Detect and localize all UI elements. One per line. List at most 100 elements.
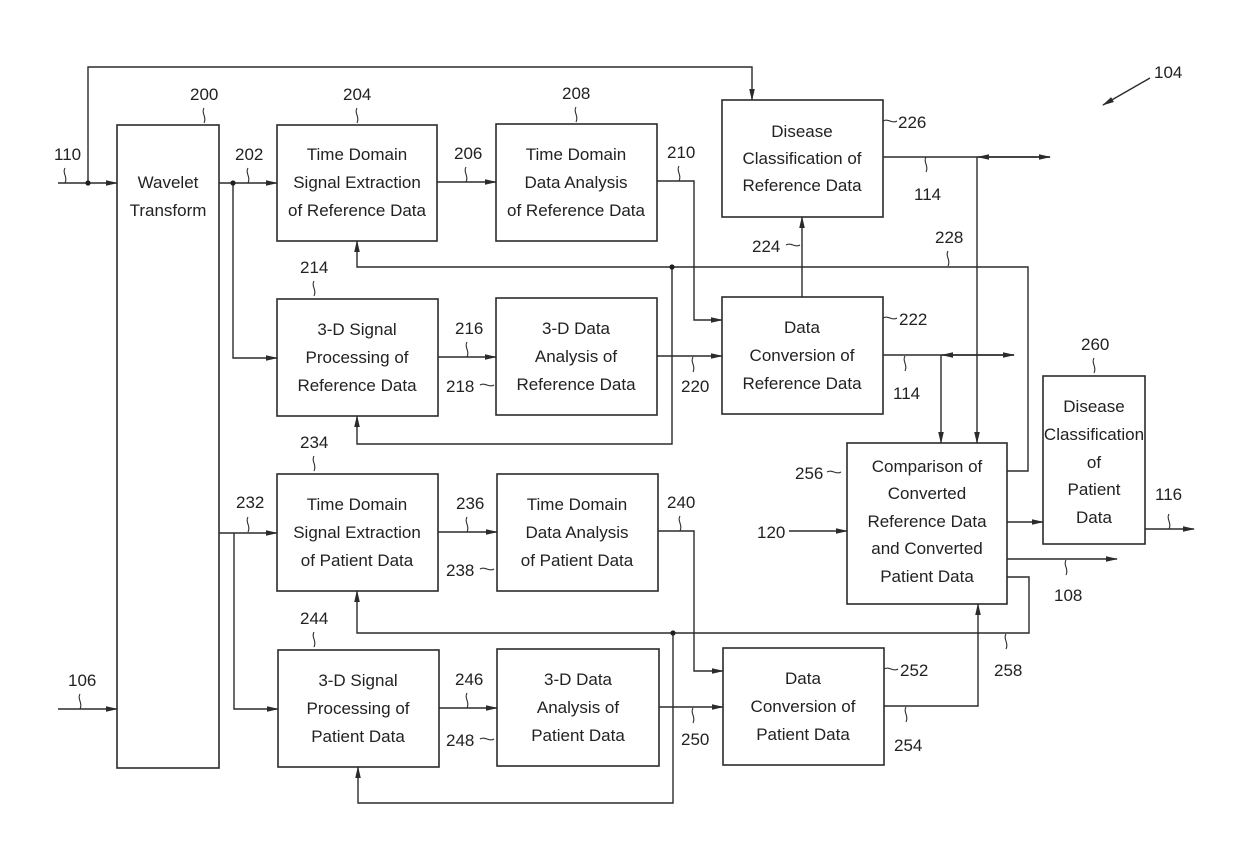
ref-214: 214 [300, 258, 328, 277]
leader [1064, 559, 1068, 576]
block-comparison[interactable]: Comparison of Converted Reference Data a… [846, 442, 1008, 605]
block-line: Time Domain [307, 145, 407, 164]
block-line: 3-D Data [544, 670, 613, 689]
block-frame [116, 124, 220, 769]
block-line: Disease [771, 122, 832, 141]
block-line: 3-D Signal [317, 320, 396, 339]
leader [355, 107, 359, 124]
block-td-data-analysis-reference[interactable]: Time Domain Data Analysis of Reference D… [495, 123, 658, 242]
ref-224: 224 [752, 237, 780, 256]
junction-dot [230, 180, 236, 186]
block-line: Data [784, 318, 820, 337]
ref-216: 216 [455, 319, 483, 338]
block-line: of Patient Data [521, 551, 634, 570]
block-line: and Converted [871, 539, 983, 558]
block-line: Time Domain [307, 495, 407, 514]
figure-ref: 104 [1102, 63, 1182, 106]
leader [465, 516, 469, 533]
block-3d-signal-processing-reference[interactable]: 3-D Signal Processing of Reference Data [276, 298, 439, 417]
leader [904, 706, 908, 723]
ref-260: 260 [1081, 335, 1109, 354]
ref-228: 228 [935, 228, 963, 247]
leader [464, 166, 468, 183]
leader [312, 280, 316, 297]
ref-244: 244 [300, 609, 328, 628]
leader [1167, 513, 1171, 530]
block-3d-data-analysis-reference[interactable]: 3-D Data Analysis of Reference Data [495, 297, 658, 416]
ref-258: 258 [994, 661, 1022, 680]
block-line: of Reference Data [288, 201, 427, 220]
leader [785, 243, 801, 247]
leader [63, 167, 67, 184]
block-line: Reference Data [742, 176, 862, 195]
block-line: Signal Extraction [293, 173, 421, 192]
leader [678, 515, 682, 532]
block-wavelet[interactable]: Wavelet Transform [116, 124, 220, 769]
leader [691, 356, 695, 373]
block-3d-data-analysis-patient[interactable]: 3-D Data Analysis of Patient Data [496, 648, 660, 767]
leader [246, 167, 250, 184]
block-line: Patient Data [880, 567, 974, 586]
ref-200: 200 [190, 85, 218, 104]
leader [78, 693, 82, 710]
leader [903, 355, 907, 372]
junction-dot [670, 630, 676, 636]
ref-204: 204 [343, 85, 371, 104]
ref-208: 208 [562, 84, 590, 103]
block-line: of [1087, 453, 1101, 472]
block-data-conversion-reference[interactable]: Data Conversion of Reference Data [721, 296, 884, 415]
block-line: Reference Data [742, 374, 862, 393]
leader [1004, 633, 1008, 650]
block-data-conversion-patient[interactable]: Data Conversion of Patient Data [722, 647, 885, 766]
leader [465, 692, 469, 709]
ref-116: 116 [1155, 485, 1182, 504]
block-disease-classification-reference[interactable]: Disease Classification of Reference Data [721, 99, 884, 218]
leader [924, 156, 928, 173]
ref-106: 106 [68, 671, 96, 690]
ref-256: 256 [795, 464, 823, 483]
ref-108: 108 [1054, 586, 1082, 605]
ref-238: 238 [446, 561, 474, 580]
figure-ref-arrow [1102, 77, 1151, 106]
system-block-diagram: 104 Wavelet Transform Time Domain Signal… [54, 63, 1195, 804]
ref-248: 248 [446, 731, 474, 750]
leader [574, 106, 578, 123]
block-line: Data [785, 669, 821, 688]
leader [465, 341, 469, 358]
leader [202, 107, 206, 124]
block-line: Patient [1068, 480, 1121, 499]
block-line: Disease [1063, 397, 1124, 416]
leader [883, 667, 899, 671]
leader [312, 455, 316, 472]
leader [1092, 357, 1096, 374]
ref-206: 206 [454, 144, 482, 163]
block-line: Data [1076, 508, 1112, 527]
block-line: Reference Data [867, 512, 987, 531]
block-line: 3-D Data [542, 319, 611, 338]
block-line: Data Analysis [525, 173, 628, 192]
leader [479, 567, 495, 571]
leader [479, 383, 495, 387]
block-line: Converted [888, 484, 966, 503]
block-line: 3-D Signal [318, 671, 397, 690]
block-line: Conversion of [751, 697, 856, 716]
ref-250: 250 [681, 730, 709, 749]
leader [826, 470, 842, 474]
block-line: Wavelet [138, 173, 199, 192]
block-line: Patient Data [756, 725, 850, 744]
block-disease-classification-patient[interactable]: Disease Classification of Patient Data [1042, 375, 1146, 545]
leader [882, 119, 898, 123]
ref-202: 202 [235, 145, 263, 164]
block-td-signal-extraction-reference[interactable]: Time Domain Signal Extraction of Referen… [276, 124, 438, 242]
block-line: Conversion of [750, 346, 855, 365]
ref-120: 120 [757, 523, 785, 542]
block-3d-signal-processing-patient[interactable]: 3-D Signal Processing of Patient Data [277, 649, 440, 768]
leader [691, 707, 695, 724]
block-td-data-analysis-patient[interactable]: Time Domain Data Analysis of Patient Dat… [496, 473, 659, 592]
block-line: Reference Data [297, 376, 417, 395]
ref-254: 254 [894, 736, 922, 755]
ref-226: 226 [898, 113, 926, 132]
block-td-signal-extraction-patient[interactable]: Time Domain Signal Extraction of Patient… [276, 473, 439, 592]
block-line: Time Domain [526, 145, 626, 164]
wire-210 [657, 180, 723, 323]
